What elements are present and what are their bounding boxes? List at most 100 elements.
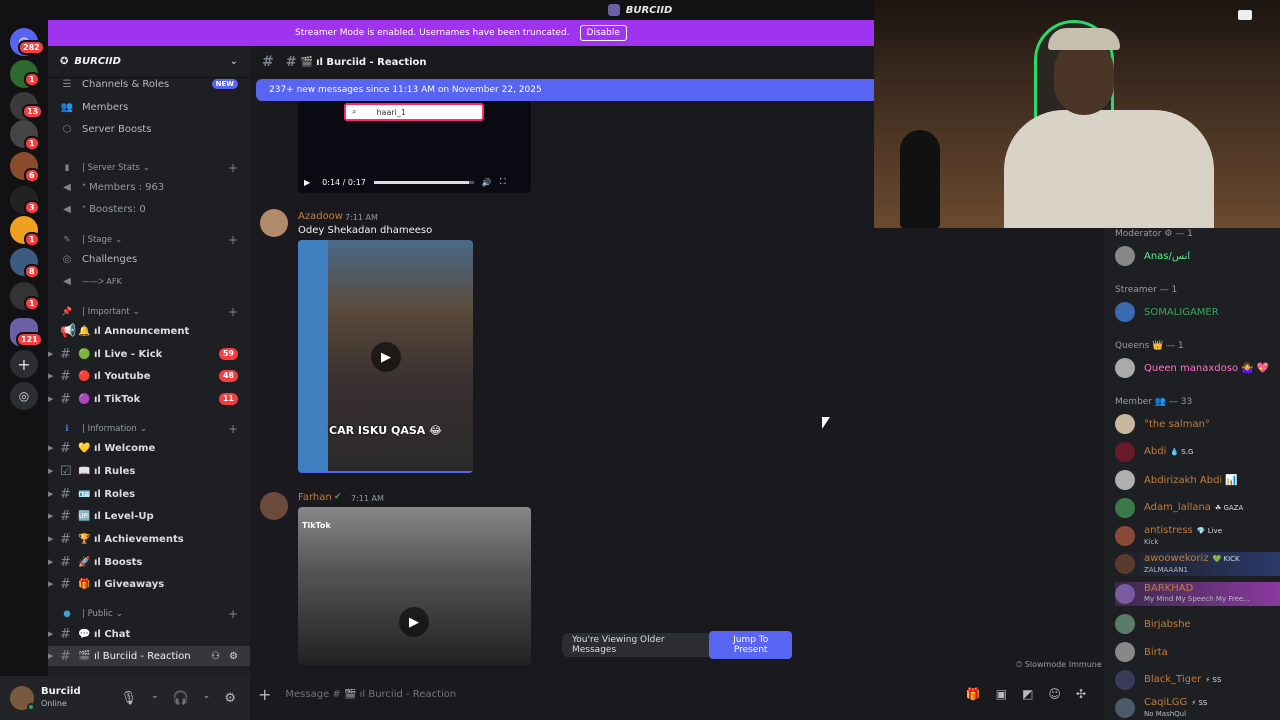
sticker-icon[interactable]: ◩ [1022,687,1033,701]
channel-youtube[interactable]: ▶ # 🔴 ıl Youtube 48 [48,366,250,386]
member-name: antistress [1144,524,1193,536]
avatar[interactable] [260,492,288,520]
voice-channel-members[interactable]: ◀ ᐩ Members : 963 [48,177,250,197]
channel-burciid-reaction[interactable]: ▶ # 🎬 ıl Burciid - Reaction ⚇ ⚙ [48,646,250,666]
member-item[interactable]: °the salman° [1115,412,1280,436]
category-label: | Public [82,609,113,619]
channel-rules[interactable]: ▶ ☑ 📖 ıl Rules [48,461,250,481]
message-author[interactable]: Farhan [298,492,332,503]
disable-button[interactable]: Disable [579,25,627,41]
channel-achievements[interactable]: ▶ # 🏆 ıl Achievements [48,529,250,549]
apps-icon[interactable]: ✣ [1076,687,1086,701]
play-icon[interactable]: ▶ [399,607,429,637]
members-item[interactable]: 👥 Members [48,97,250,117]
member-item[interactable]: SOMALIGAMER [1115,300,1280,324]
member-item[interactable]: Adam_lallana ☘ GAZA [1115,496,1280,520]
channel-label: ıl Achievements [94,533,184,545]
message-input[interactable] [285,688,786,700]
channel-level-up[interactable]: ▶ # 🆙 ıl Level-Up [48,506,250,526]
channel-emoji: 🎁 [78,578,91,590]
collapse-arrow-icon: ▶ [48,467,54,475]
channel-announcement[interactable]: 📢 🔔 ıl Announcement [48,321,250,341]
video-embed[interactable]: TikTok ▶ [298,507,531,665]
reaction-emoji-icon: 🎬 [300,56,314,68]
category-public[interactable]: ● | Public ⌄ + [48,604,250,624]
member-item[interactable]: Birjabshe [1115,612,1280,636]
member-item[interactable]: Anas/انس [1115,244,1280,268]
add-channel-icon[interactable]: + [228,422,238,436]
category-important[interactable]: 📌 | Important ⌄ + [48,302,250,322]
mouse-cursor [822,417,830,429]
invite-icon[interactable]: ⚇ [211,651,220,662]
member-name: BARKHAD [1144,583,1194,594]
category-label: | Information [82,424,137,434]
video-time: 0:14 / 0:17 [322,177,366,187]
collapse-arrow-icon: ▶ [48,580,54,588]
member-item[interactable]: Black_Tiger ⚡ SS [1115,668,1280,692]
video-embed-top[interactable]: ⌕ haari_1 ▶ 0:14 / 0:17 🔊 ⛶ [298,101,531,193]
user-panel: Burciid Online 🎙 ⌄ 🎧 ⌄ ⚙ [0,676,250,720]
stage-channel-challenges[interactable]: ◎ Challenges [48,249,250,269]
voice-channel-boosters[interactable]: ◀ ᐩ Boosters: 0 [48,199,250,219]
category-stage[interactable]: ✎ | Stage ⌄ + [48,230,250,250]
channel-welcome[interactable]: ▶ # 💛 ıl Welcome [48,438,250,458]
channel-giveaways[interactable]: ▶ # 🎁 ıl Giveaways [48,574,250,594]
person-cap [1048,28,1120,50]
hash-icon: # [60,576,71,592]
video-caption: CAR ISKU QASA 😂 [329,424,442,437]
gif-icon[interactable]: ▣ [996,687,1007,701]
member-item[interactable]: antistress 💎 Live Kick [1115,524,1280,548]
add-server-icon[interactable]: + [10,350,38,378]
chevron-down-icon[interactable]: ⌄ [151,691,159,706]
channel-roles[interactable]: ▶ # 🪪 ıl Roles [48,484,250,504]
add-channel-icon[interactable]: + [228,607,238,621]
channels-roles-item[interactable]: ☰ Channels & Roles NEW [48,74,250,94]
member-item[interactable]: BARKHAD My Mind My Speech My Free... [1115,582,1280,606]
channel-boosts[interactable]: ▶ # 🚀 ıl Boosts [48,552,250,572]
category-server-stats[interactable]: ▮ | Server Stats ⌄ + [48,158,250,178]
video-controls: ▶ 0:14 / 0:17 🔊 ⛶ [304,175,526,189]
channel-label: ıl Giveaways [94,578,165,590]
microphone-icon[interactable]: 🎙 [121,691,138,706]
member-item[interactable]: Abdi 💧 S.G [1115,440,1280,464]
gear-icon[interactable]: ⚙ [229,651,238,662]
gift-icon[interactable]: 🎁 [966,687,981,701]
member-item[interactable]: awoowekoriz 💚 KICK ZALMAAAN1 [1115,552,1280,576]
category-information[interactable]: ℹ | Information ⌄ + [48,419,250,439]
headphones-icon[interactable]: 🎧 [173,691,189,706]
chevron-down-icon[interactable]: ⌄ [203,691,211,706]
settings-gear-icon[interactable]: ⚙ [224,691,236,706]
member-item[interactable]: Birta [1115,640,1280,664]
channel-tiktok[interactable]: ▶ # 🟣 ıl TikTok 11 [48,389,250,409]
add-channel-icon[interactable]: + [228,233,238,247]
discover-icon[interactable]: ◎ [10,382,38,410]
fullscreen-icon[interactable]: ⛶ [500,177,506,187]
channel-chat[interactable]: ▶ # 💬 ıl Chat [48,624,250,644]
volume-icon[interactable]: 🔊 [482,178,492,187]
member-group-header: Streamer — 1 [1115,285,1178,295]
member-item[interactable]: Abdirizakh Abdi 📊 [1115,468,1280,492]
voice-channel-afk[interactable]: ◀ ——ᐳ AFK [48,271,250,291]
play-icon[interactable]: ▶ [304,178,310,187]
video-embed[interactable]: ▶ CAR ISKU QASA 😂 [298,240,473,473]
server-boosts-item[interactable]: ⬡ Server Boosts [48,119,250,139]
unread-badge: 8 [24,264,40,279]
add-channel-icon[interactable]: + [228,305,238,319]
video-progress[interactable] [373,180,474,184]
avatar[interactable] [260,209,288,237]
emoji-icon[interactable]: ☺ [1048,687,1061,701]
info-icon: ℹ [65,424,69,434]
add-attachment-icon[interactable]: + [258,685,271,704]
jump-to-present-button[interactable]: Jump To Present [709,631,792,659]
avatar[interactable] [10,686,35,711]
channel-live-kick[interactable]: ▶ # 🟢 ıl Live - Kick 59 [48,344,250,364]
message-author[interactable]: Azadoow [298,211,343,222]
add-channel-icon[interactable]: + [228,161,238,175]
hash-icon: # [60,346,71,362]
member-item[interactable]: CaqiLGG ⚡ SS No MashQul [1115,696,1280,720]
play-icon[interactable]: ▶ [371,342,401,372]
member-item[interactable]: Queen manaxdoso 🤷‍♀️ 💖 [1115,356,1280,380]
new-messages-bar[interactable]: 237+ new messages since 11:13 AM on Nove… [256,79,874,101]
item-label: Members [82,101,129,113]
new-badge: NEW [211,79,238,89]
